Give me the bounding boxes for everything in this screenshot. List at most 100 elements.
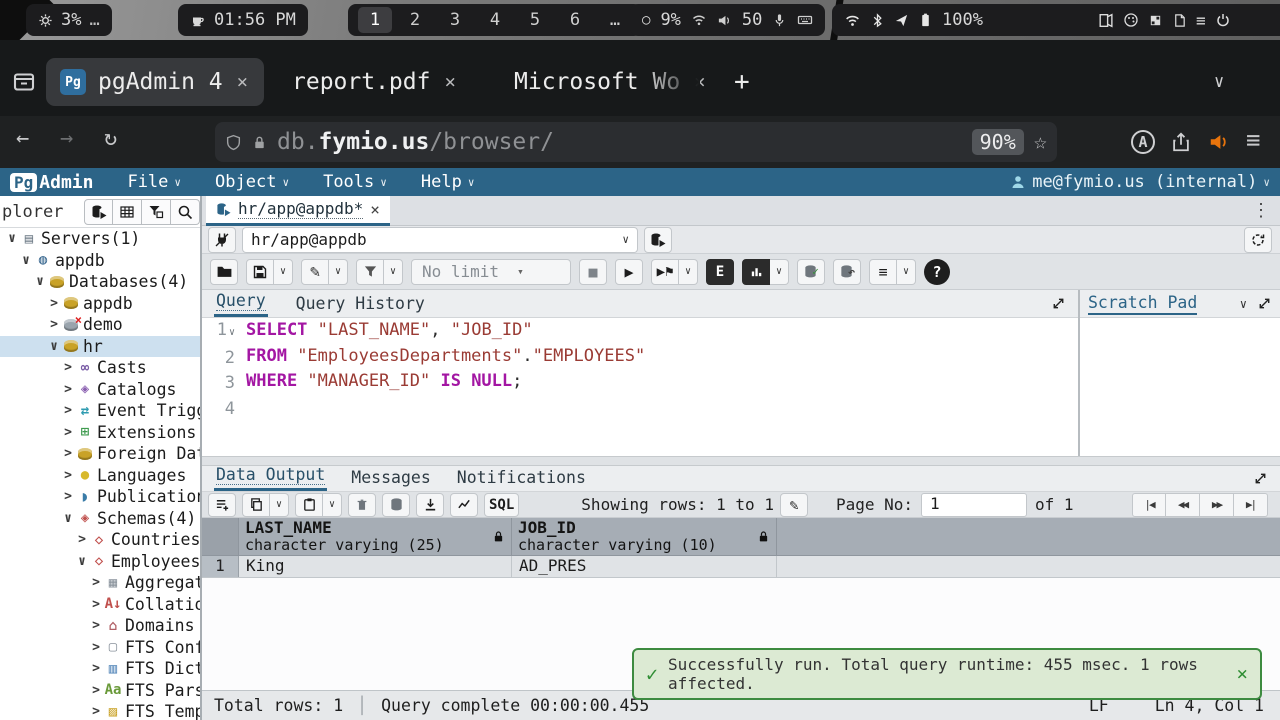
close-icon[interactable]: × bbox=[1237, 663, 1248, 685]
sql-editor[interactable]: 1∨ 2 3 4 SELECT "LAST_NAME", "JOB_ID"FRO… bbox=[202, 318, 1078, 456]
sql-code[interactable]: SELECT "LAST_NAME", "JOB_ID"FROM "Employ… bbox=[238, 318, 645, 456]
filter-options-chevron[interactable]: ∨ bbox=[384, 259, 403, 285]
workspace-3[interactable]: 3 bbox=[438, 7, 472, 33]
workspace-…[interactable]: … bbox=[598, 7, 632, 33]
tab-messages[interactable]: Messages bbox=[349, 465, 432, 491]
tree-item[interactable]: >⌂Domains bbox=[0, 615, 200, 637]
browser-menu-icon[interactable]: ≡ bbox=[1246, 126, 1260, 154]
system-tray[interactable]: 100% ≡ bbox=[832, 4, 1280, 36]
edit-options-chevron[interactable]: ∨ bbox=[329, 259, 348, 285]
copy-button[interactable] bbox=[242, 493, 270, 517]
chevron-right-icon[interactable]: > bbox=[60, 425, 76, 440]
chevron-down-icon[interactable]: ∨ bbox=[74, 554, 90, 569]
chevron-down-icon[interactable]: ∨ bbox=[18, 253, 34, 268]
commit-button[interactable]: ✓ bbox=[797, 259, 825, 285]
workspace-switcher[interactable]: 123456… bbox=[348, 4, 642, 36]
chevron-down-icon[interactable]: ∨ bbox=[32, 274, 48, 289]
tab-close-icon[interactable]: × bbox=[235, 71, 250, 93]
search-button[interactable] bbox=[171, 199, 200, 225]
last-page-button[interactable]: ▶| bbox=[1234, 493, 1268, 517]
filter-button[interactable] bbox=[356, 259, 384, 285]
chevron-down-icon[interactable]: ∨ bbox=[46, 339, 62, 354]
chevron-down-icon[interactable]: ∨ bbox=[60, 511, 76, 526]
success-notification[interactable]: ✓ Successfully run. Total query runtime:… bbox=[632, 648, 1262, 700]
workspace-1[interactable]: 1 bbox=[358, 7, 392, 33]
tab-list-button[interactable]: ∨ bbox=[1200, 58, 1238, 106]
panel-menu-icon[interactable]: ⋮ bbox=[1252, 200, 1270, 221]
clipboard-page-icon[interactable] bbox=[1172, 13, 1187, 28]
chevron-right-icon[interactable]: > bbox=[88, 640, 104, 655]
row-number[interactable]: 1 bbox=[202, 556, 239, 577]
tree-item[interactable]: ∨▤Servers(1) bbox=[0, 228, 200, 250]
tab-query-history[interactable]: Query History bbox=[294, 291, 427, 317]
tree-item[interactable]: >◇Countries bbox=[0, 529, 200, 551]
tray-menu-icon[interactable]: ≡ bbox=[1196, 11, 1206, 30]
explain-options-chevron[interactable]: ∨ bbox=[770, 259, 789, 285]
chevron-right-icon[interactable]: > bbox=[60, 360, 76, 375]
tree-item[interactable]: >Foreign Data Wrappers bbox=[0, 443, 200, 465]
browser-tab-pgadmin[interactable]: Pg pgAdmin 4 × bbox=[46, 58, 264, 106]
paste-button[interactable] bbox=[295, 493, 323, 517]
grid-corner[interactable] bbox=[202, 518, 239, 555]
connection-select[interactable]: hr/app@appdb ∨ bbox=[242, 227, 638, 253]
delete-row-button[interactable] bbox=[348, 493, 376, 517]
bookmark-star-icon[interactable]: ☆ bbox=[1034, 130, 1047, 155]
palette-icon[interactable] bbox=[1123, 12, 1139, 28]
chevron-right-icon[interactable]: > bbox=[60, 468, 76, 483]
scratch-pad-title[interactable]: Scratch Pad bbox=[1088, 293, 1197, 315]
menu-tools[interactable]: Tools∨ bbox=[323, 172, 387, 192]
help-button[interactable]: ? bbox=[924, 259, 950, 285]
browser-tab-report[interactable]: report.pdf × bbox=[278, 58, 472, 106]
power-icon[interactable] bbox=[1215, 12, 1231, 28]
tree-item[interactable]: >⇄Event Triggers bbox=[0, 400, 200, 422]
zoom-level-badge[interactable]: 90% bbox=[972, 129, 1024, 155]
execute-options-chevron[interactable]: ∨ bbox=[679, 259, 698, 285]
row-limit-select[interactable]: No limit ▾ bbox=[411, 259, 571, 285]
menu-help[interactable]: Help∨ bbox=[421, 172, 475, 192]
clock-widget[interactable]: 01:56 PM bbox=[178, 4, 308, 36]
macros-button[interactable]: ≡ bbox=[869, 259, 897, 285]
add-row-button[interactable] bbox=[208, 493, 236, 517]
back-button[interactable]: ← bbox=[16, 126, 29, 151]
download-button[interactable] bbox=[416, 493, 444, 517]
tree-item[interactable]: >×demo bbox=[0, 314, 200, 336]
tree-item[interactable]: >appdb bbox=[0, 293, 200, 315]
execute-options-button[interactable]: ▶⚑ bbox=[651, 259, 679, 285]
prev-page-button[interactable]: ◀◀ bbox=[1166, 493, 1200, 517]
query-tool-tab[interactable]: hr/app@appdb* × bbox=[206, 196, 390, 226]
tree-item[interactable]: >●Languages bbox=[0, 465, 200, 487]
tree-item[interactable]: >◈Catalogs bbox=[0, 379, 200, 401]
macros-chevron[interactable]: ∨ bbox=[897, 259, 916, 285]
tree-item[interactable]: >AaFTS Parsers bbox=[0, 680, 200, 702]
open-file-button[interactable] bbox=[210, 259, 238, 285]
chevron-right-icon[interactable]: > bbox=[88, 661, 104, 676]
chevron-right-icon[interactable]: > bbox=[46, 317, 62, 332]
forward-button[interactable]: → bbox=[60, 126, 73, 151]
sql-button[interactable]: SQL bbox=[484, 493, 519, 517]
tab-query[interactable]: Query bbox=[214, 288, 268, 317]
share-icon[interactable] bbox=[1170, 131, 1192, 153]
view-data-button[interactable] bbox=[113, 199, 142, 225]
reload-button[interactable]: ↻ bbox=[104, 126, 117, 151]
system-indicators[interactable]: ○ 9% 50 bbox=[630, 4, 825, 36]
tree-item[interactable]: >▢FTS Configurations bbox=[0, 637, 200, 659]
chevron-right-icon[interactable]: > bbox=[60, 403, 76, 418]
explain-button[interactable]: E bbox=[706, 259, 734, 285]
save-options-chevron[interactable]: ∨ bbox=[274, 259, 293, 285]
rollback-button[interactable]: ↶ bbox=[833, 259, 861, 285]
chevron-right-icon[interactable]: > bbox=[74, 532, 90, 547]
save-file-button[interactable] bbox=[246, 259, 274, 285]
expand-icon[interactable] bbox=[1257, 296, 1272, 311]
chevron-down-icon[interactable]: ∨ bbox=[4, 231, 20, 246]
menu-object[interactable]: Object∨ bbox=[215, 172, 289, 192]
chevron-down-icon[interactable]: ∨ bbox=[1240, 297, 1247, 311]
explain-analyze-button[interactable] bbox=[742, 259, 770, 285]
tree-item[interactable]: >▦Aggregates bbox=[0, 572, 200, 594]
filter-button[interactable] bbox=[142, 199, 171, 225]
table-row[interactable]: 1 King AD_PRES bbox=[202, 556, 1280, 578]
workspace-4[interactable]: 4 bbox=[478, 7, 512, 33]
workspace-6[interactable]: 6 bbox=[558, 7, 592, 33]
column-header-last-name[interactable]: LAST_NAMEcharacter varying (25) bbox=[239, 518, 512, 555]
chevron-right-icon[interactable]: > bbox=[88, 683, 104, 698]
profile-icon[interactable]: A bbox=[1131, 130, 1155, 154]
